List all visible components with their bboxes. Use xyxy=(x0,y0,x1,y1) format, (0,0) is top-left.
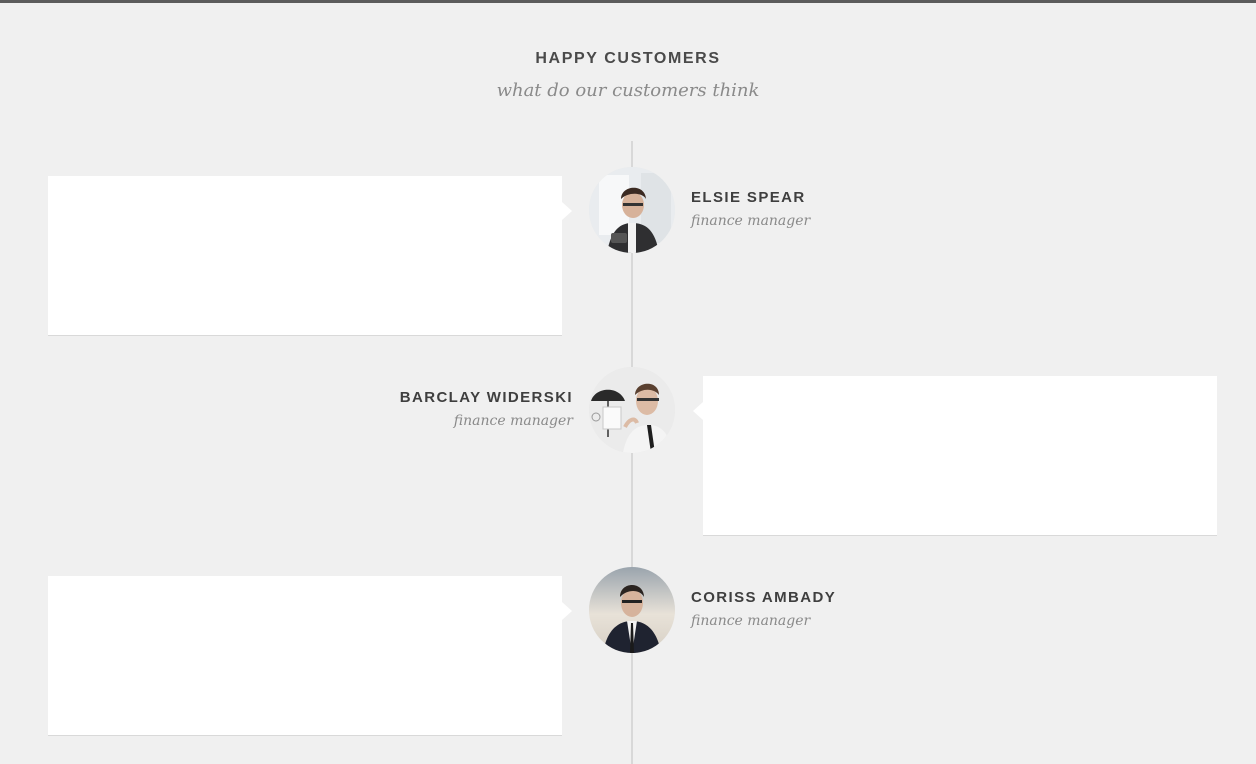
testimonial-name: BARCLAY WIDERSKI xyxy=(399,389,573,406)
avatar xyxy=(589,167,675,253)
avatar xyxy=(589,367,675,453)
testimonial-card xyxy=(693,376,1217,536)
testimonial-role: finance manager xyxy=(691,213,811,229)
top-divider xyxy=(0,0,1256,5)
testimonial-name: CORISS AMBADY xyxy=(691,589,837,606)
testimonial-name: ELSIE SPEAR xyxy=(691,189,806,206)
testimonial-role: finance manager xyxy=(691,613,811,629)
person-photo-icon xyxy=(589,167,675,253)
section-title: HAPPY CUSTOMERS xyxy=(535,50,721,67)
avatar xyxy=(589,567,675,653)
testimonial-card xyxy=(48,576,572,736)
testimonial-role: finance manager xyxy=(453,413,573,429)
testimonial-card xyxy=(48,176,572,336)
person-with-umbrella-photo-icon xyxy=(589,367,675,453)
section-subtitle: what do our customers think xyxy=(496,80,760,101)
person-in-suit-photo-icon xyxy=(589,567,675,653)
